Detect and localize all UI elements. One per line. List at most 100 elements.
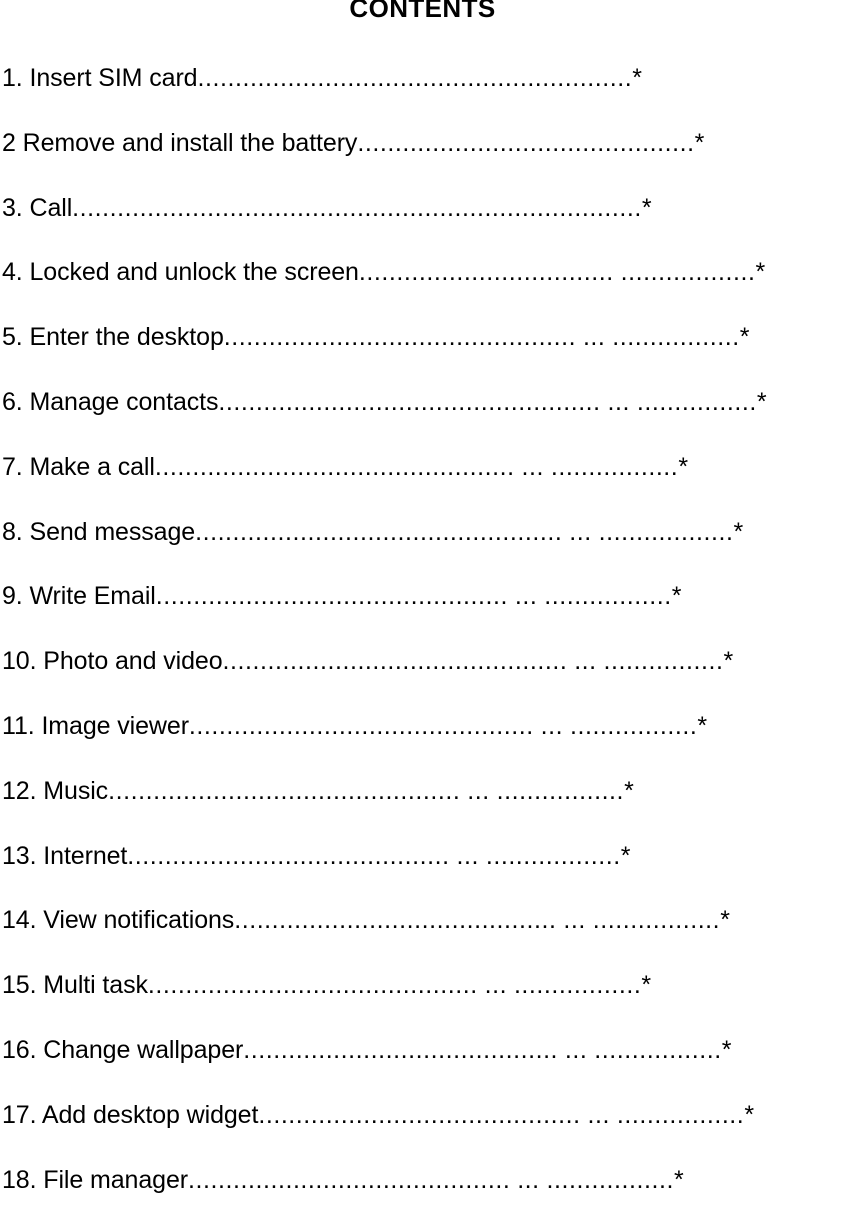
toc-entry-label: 5. Enter the desktop bbox=[2, 323, 224, 352]
toc-entry[interactable]: 10. Photo and video.....................… bbox=[2, 640, 845, 705]
toc-entry-label: 12. Music bbox=[2, 776, 109, 805]
toc-entry-label: 16. Change wallpaper bbox=[2, 1035, 244, 1064]
toc-entry[interactable]: 2 Remove and install the battery........… bbox=[2, 122, 845, 187]
toc-leader-gap bbox=[515, 446, 522, 488]
toc-page-marker: * bbox=[733, 517, 744, 546]
toc-leader-gap bbox=[478, 964, 485, 1006]
toc-dot-leader: ........................................… bbox=[72, 193, 642, 222]
toc-entry[interactable]: 8. Send message.........................… bbox=[2, 511, 845, 576]
toc-page-marker: * bbox=[739, 323, 750, 352]
toc-entry[interactable]: 7. Make a call..........................… bbox=[2, 446, 845, 511]
toc-entry-label: 7. Make a call bbox=[2, 452, 155, 481]
toc-entry-label: 15. Multi task bbox=[2, 971, 148, 1000]
toc-entry-inner: 4. Locked and unlock the screen.........… bbox=[2, 258, 765, 286]
toc-page-marker: * bbox=[641, 971, 652, 1000]
toc-entry-label: 3. Call bbox=[2, 193, 73, 222]
toc-dot-leader: ........................................… bbox=[155, 582, 509, 611]
toc-dot-leader-end: ................ bbox=[636, 387, 757, 416]
toc-page-marker: * bbox=[756, 387, 767, 416]
toc-entry[interactable]: 14. View notifications..................… bbox=[2, 899, 845, 964]
table-of-contents: 1. Insert SIM card......................… bbox=[2, 57, 845, 1223]
toc-entry-label: 18. File manager bbox=[2, 1165, 188, 1194]
toc-leader-gap-second bbox=[540, 1159, 547, 1201]
toc-entry-inner: 16. Change wallpaper....................… bbox=[2, 1036, 731, 1064]
toc-dot-leader: ........................................… bbox=[218, 387, 601, 416]
toc-dot-leader: ........................................… bbox=[108, 776, 461, 805]
toc-entry-inner: 14. View notifications..................… bbox=[2, 906, 730, 934]
toc-dot-leader-end: ................. bbox=[569, 711, 698, 740]
toc-entry-label: 13. Internet bbox=[2, 841, 128, 870]
toc-page-marker: * bbox=[723, 647, 734, 676]
toc-page-marker: * bbox=[720, 906, 730, 935]
toc-dot-leader-end: ................. bbox=[513, 971, 642, 1000]
toc-entry-label: 4. Locked and unlock the screen bbox=[2, 258, 359, 287]
toc-dot-leader-end: ................. bbox=[592, 906, 721, 935]
toc-entry[interactable]: 4. Locked and unlock the screen.........… bbox=[2, 251, 845, 316]
toc-entry[interactable]: 1. Insert SIM card......................… bbox=[2, 57, 845, 122]
toc-entry-inner: 17. Add desktop widget..................… bbox=[2, 1101, 754, 1129]
toc-dot-leader-end: ................. bbox=[546, 1165, 674, 1194]
toc-leader-gap-second bbox=[490, 770, 497, 812]
toc-dot-leader-middle: ... bbox=[467, 776, 490, 805]
toc-dot-leader: ........................................… bbox=[154, 452, 515, 481]
toc-entry-inner: 13. Internet............................… bbox=[2, 841, 631, 870]
toc-page-marker: * bbox=[673, 1165, 684, 1194]
toc-entry-inner: 1. Insert SIM card......................… bbox=[2, 64, 642, 92]
toc-entry[interactable]: 6. Manage contacts......................… bbox=[2, 381, 845, 446]
toc-page-marker: * bbox=[744, 1100, 754, 1129]
toc-entry-inner: 7. Make a call..........................… bbox=[2, 453, 688, 481]
toc-leader-gap-second bbox=[597, 640, 604, 682]
toc-leader-gap bbox=[601, 381, 608, 423]
toc-leader-gap bbox=[581, 1094, 588, 1136]
toc-dot-leader-end: ................. bbox=[550, 452, 679, 481]
toc-page-marker: * bbox=[671, 582, 682, 611]
toc-entry[interactable]: 13. Internet............................… bbox=[2, 835, 845, 900]
toc-page-marker: * bbox=[641, 193, 652, 222]
toc-dot-leader: ........................................… bbox=[258, 1100, 581, 1129]
document-page: CONTENTS 1. Insert SIM card.............… bbox=[0, 0, 845, 1197]
page-title: CONTENTS bbox=[349, 0, 496, 23]
toc-entry[interactable]: 3. Call.................................… bbox=[2, 187, 845, 252]
toc-entry[interactable]: 17. Add desktop widget..................… bbox=[2, 1094, 845, 1159]
toc-entry[interactable]: 5. Enter the desktop....................… bbox=[2, 316, 845, 381]
toc-dot-leader-end: ................. bbox=[544, 582, 672, 611]
toc-entry-inner: 12. Music...............................… bbox=[2, 777, 634, 805]
toc-entry-inner: 2 Remove and install the battery........… bbox=[2, 129, 704, 157]
toc-entry[interactable]: 12. Music...............................… bbox=[2, 770, 845, 835]
toc-dot-leader-end: ................. bbox=[496, 776, 625, 805]
toc-leader-gap-second bbox=[479, 835, 486, 877]
toc-entry-inner: 15. Multi task..........................… bbox=[2, 971, 651, 999]
toc-entry-label: 6. Manage contacts bbox=[2, 387, 219, 416]
toc-dot-leader-middle: ... bbox=[607, 387, 631, 416]
toc-entry[interactable]: 15. Multi task..........................… bbox=[2, 964, 845, 1029]
toc-leader-gap-second bbox=[586, 899, 593, 941]
toc-entry-label: 2 Remove and install the battery bbox=[2, 128, 358, 157]
toc-dot-leader-end: .................. bbox=[485, 841, 621, 870]
toc-entry-inner: 9. Write Email..........................… bbox=[2, 582, 681, 610]
toc-dot-leader-end: ................ bbox=[603, 647, 724, 676]
toc-dot-leader-middle: ... bbox=[517, 1165, 540, 1194]
toc-entry-inner: 11. Image viewer........................… bbox=[2, 712, 707, 740]
toc-entry[interactable]: 11. Image viewer........................… bbox=[2, 705, 845, 770]
toc-entry[interactable]: 16. Change wallpaper....................… bbox=[2, 1029, 845, 1094]
toc-entry[interactable]: 9. Write Email..........................… bbox=[2, 575, 845, 640]
toc-leader-gap-second bbox=[630, 381, 637, 423]
toc-dot-leader: ........................................… bbox=[234, 906, 557, 935]
toc-page-marker: * bbox=[678, 452, 688, 481]
toc-page-marker: * bbox=[620, 841, 631, 870]
toc-dot-leader-middle: ... bbox=[514, 582, 538, 611]
toc-dot-leader-middle: ... bbox=[456, 841, 479, 870]
toc-dot-leader: ........................................… bbox=[243, 1035, 559, 1064]
toc-page-marker: * bbox=[755, 258, 766, 287]
toc-entry-inner: 18. File manager........................… bbox=[2, 1166, 684, 1194]
toc-dot-leader: ........................................… bbox=[357, 128, 695, 157]
toc-entry-label: 10. Photo and video bbox=[2, 647, 223, 676]
toc-entry-inner: 8. Send message.........................… bbox=[2, 518, 743, 546]
toc-dot-leader-middle: ... bbox=[540, 711, 564, 740]
toc-dot-leader-end: ................. bbox=[594, 1035, 722, 1064]
toc-page-marker: * bbox=[632, 64, 642, 92]
toc-dot-leader-middle: ... bbox=[563, 906, 586, 935]
toc-dot-leader: ........................................… bbox=[188, 711, 534, 740]
toc-entry[interactable]: 18. File manager........................… bbox=[2, 1159, 845, 1223]
toc-leader-gap bbox=[614, 251, 621, 293]
